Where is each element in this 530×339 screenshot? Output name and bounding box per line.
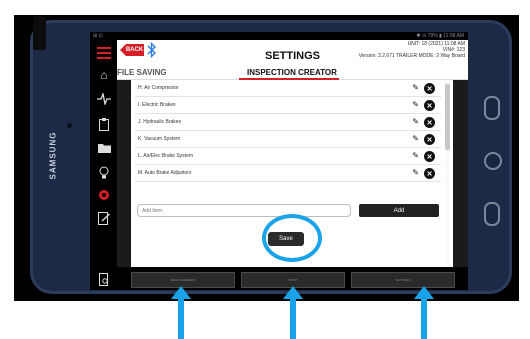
pencil-icon[interactable]: ✎	[412, 83, 419, 92]
pencil-icon[interactable]: ✎	[412, 134, 419, 143]
list-item[interactable]: K. Vacuum System ✎ ✕	[135, 131, 441, 148]
gear-icon[interactable]	[97, 188, 111, 202]
screenshot: SAMSUNG ⊞ ⊡ ✱ ⊙ 79% ▮ 11:08 AM ⌂ BACK SE…	[0, 0, 530, 339]
item-label: J. Hydraulic Brakes	[138, 119, 182, 125]
delete-icon[interactable]: ✕	[424, 83, 435, 94]
hardware-button-bottom[interactable]	[484, 202, 500, 226]
hardware-home-button[interactable]	[484, 152, 502, 170]
pencil-icon[interactable]: ✎	[412, 117, 419, 126]
status-left: ⊞ ⊡	[93, 33, 103, 39]
heartbeat-icon[interactable]	[97, 92, 111, 106]
list-item[interactable]: I. Electric Brakes ✎ ✕	[135, 97, 441, 114]
pointer-arrow-icon	[171, 286, 191, 339]
info-line-3: Version: 3.2.671 TRAILER MODE: 2 Way Boa…	[358, 53, 465, 59]
edit-icon[interactable]	[97, 211, 111, 225]
tab-file-saving[interactable]: FILE SAVING	[117, 68, 167, 77]
item-label: I. Electric Brakes	[138, 102, 176, 108]
pointer-arrow-icon	[283, 286, 303, 339]
pencil-icon[interactable]: ✎	[412, 168, 419, 177]
camera-icon	[67, 123, 72, 128]
list-item[interactable]: L. Air/Elec Brake System ✎ ✕	[135, 148, 441, 165]
lightbulb-icon[interactable]	[97, 165, 111, 179]
list-item[interactable]: J. Hydraulic Brakes ✎ ✕	[135, 114, 441, 131]
pointer-arrow-icon	[414, 286, 434, 339]
list-item[interactable]: M. Auto Brake Adjustors ✎ ✕	[135, 165, 441, 182]
device-info: UNIT: 18 (2021) 11:08 AM VIN#: 123 Versi…	[359, 41, 465, 59]
item-label: L. Air/Elec Brake System	[138, 153, 194, 159]
add-button[interactable]: Add	[359, 204, 439, 217]
document-search-icon[interactable]	[97, 272, 111, 286]
pencil-icon[interactable]: ✎	[412, 151, 419, 160]
clipboard-icon[interactable]	[97, 117, 111, 131]
add-item-input[interactable]	[137, 204, 351, 217]
stylus-pen	[33, 16, 46, 50]
highlight-circle	[262, 214, 322, 262]
delete-icon[interactable]: ✕	[424, 117, 435, 128]
delete-icon[interactable]: ✕	[424, 134, 435, 145]
menu-icon[interactable]	[97, 46, 111, 60]
scrollbar-thumb[interactable]	[445, 84, 450, 150]
pencil-icon[interactable]: ✎	[412, 100, 419, 109]
sidebar: ⌂	[90, 40, 117, 290]
home-icon[interactable]: ⌂	[97, 68, 111, 82]
status-right: ✱ ⊙ 79% ▮ 11:08 AM	[416, 33, 464, 39]
delete-icon[interactable]: ✕	[424, 151, 435, 162]
delete-icon[interactable]: ✕	[424, 100, 435, 111]
header: BACK SETTINGS UNIT: 18 (2021) 11:08 AM V…	[117, 40, 468, 66]
item-label: H. Air Compressor	[138, 85, 179, 91]
status-bar: ⊞ ⊡ ✱ ⊙ 79% ▮ 11:08 AM	[90, 32, 468, 40]
nav-settings[interactable]: SETTINGS	[351, 272, 455, 288]
item-label: K. Vacuum System	[138, 136, 181, 142]
delete-icon[interactable]: ✕	[424, 168, 435, 179]
tab-inspection-creator[interactable]: INSPECTION CREATOR	[247, 68, 337, 77]
hardware-button-top[interactable]	[484, 96, 500, 120]
brand-label: SAMSUNG	[48, 131, 58, 179]
list-item[interactable]: H. Air Compressor ✎ ✕	[135, 80, 441, 97]
device-brand: SAMSUNG	[38, 120, 68, 190]
item-label: M. Auto Brake Adjustors	[138, 170, 192, 176]
folder-icon[interactable]	[97, 141, 111, 155]
tab-bar: FILE SAVING INSPECTION CREATOR	[117, 66, 468, 80]
